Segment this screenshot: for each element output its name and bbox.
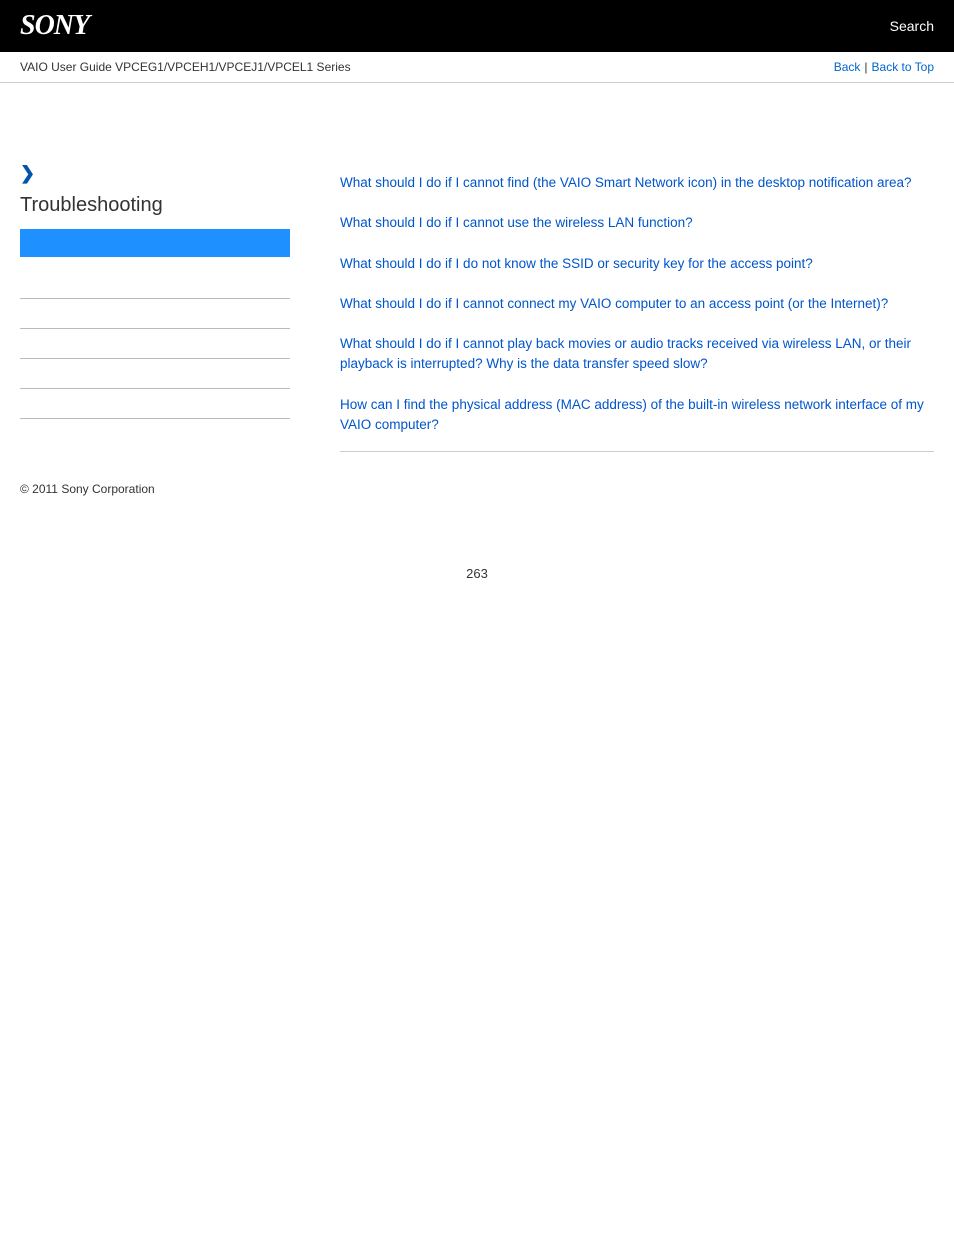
breadcrumb-title: VAIO User Guide VPCEG1/VPCEH1/VPCEJ1/VPC…	[20, 60, 351, 74]
sidebar-highlight-bar	[20, 229, 290, 257]
list-item: What should I do if I do not know the SS…	[340, 244, 934, 284]
content-link-6[interactable]: How can I find the physical address (MAC…	[340, 395, 934, 436]
nav-separator: |	[864, 60, 867, 74]
list-item: How can I find the physical address (MAC…	[340, 385, 934, 446]
content-link-1[interactable]: What should I do if I cannot find (the V…	[340, 173, 934, 193]
sony-logo: SONY	[20, 10, 89, 42]
content-divider	[340, 451, 934, 452]
back-to-top-link[interactable]: Back to Top	[872, 60, 934, 74]
sidebar-divider-4	[20, 359, 290, 389]
chevron-icon: ❯	[20, 163, 320, 184]
nav-links: Back | Back to Top	[834, 60, 934, 74]
main-content: ❯ Troubleshooting What should I do if I …	[0, 83, 954, 452]
sidebar-divider-1	[20, 269, 290, 299]
content-links: What should I do if I cannot find (the V…	[340, 163, 934, 452]
sidebar: ❯ Troubleshooting	[20, 103, 320, 452]
content-area: What should I do if I cannot find (the V…	[340, 103, 934, 452]
breadcrumb-bar: VAIO User Guide VPCEG1/VPCEH1/VPCEJ1/VPC…	[0, 52, 954, 83]
sidebar-dividers	[20, 269, 320, 419]
search-button[interactable]: Search	[890, 18, 934, 34]
content-link-3[interactable]: What should I do if I do not know the SS…	[340, 254, 934, 274]
list-item: What should I do if I cannot use the wir…	[340, 203, 934, 243]
footer: © 2011 Sony Corporation	[0, 452, 954, 506]
list-item: What should I do if I cannot connect my …	[340, 284, 934, 324]
content-link-2[interactable]: What should I do if I cannot use the wir…	[340, 213, 934, 233]
page-number: 263	[0, 546, 954, 601]
back-link[interactable]: Back	[834, 60, 861, 74]
content-link-4[interactable]: What should I do if I cannot connect my …	[340, 294, 934, 314]
copyright-text: © 2011 Sony Corporation	[20, 482, 155, 496]
sidebar-title: Troubleshooting	[20, 194, 320, 217]
content-link-5[interactable]: What should I do if I cannot play back m…	[340, 334, 934, 375]
sidebar-divider-3	[20, 329, 290, 359]
list-item: What should I do if I cannot find (the V…	[340, 163, 934, 203]
list-item: What should I do if I cannot play back m…	[340, 324, 934, 385]
sidebar-divider-2	[20, 299, 290, 329]
header: SONY Search	[0, 0, 954, 52]
sidebar-divider-5	[20, 389, 290, 419]
